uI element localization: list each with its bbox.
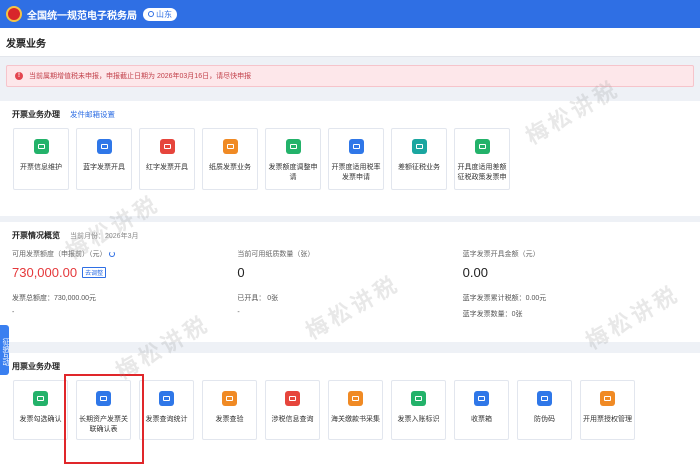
- card-label: 收票箱: [471, 416, 492, 423]
- warning-icon: !: [15, 72, 23, 80]
- top-bar: 全国统一规范电子税务局 山东: [0, 0, 700, 28]
- check-confirm-icon: [33, 391, 48, 406]
- service-card[interactable]: 发票入账标识: [391, 380, 446, 440]
- declaration-alert: ! 当前属期增值税未申报，申报截止日期为 2026年03月16日，请尽快申报: [6, 65, 694, 87]
- refresh-icon[interactable]: [108, 251, 115, 258]
- stat-extra: 蓝字发票数量：0张: [462, 311, 523, 318]
- service-card[interactable]: 开用票授权管理: [580, 380, 635, 440]
- service-card[interactable]: 发票查验: [202, 380, 257, 440]
- stat-label: 当前可用纸质数量（张）: [237, 251, 315, 258]
- card-label: 长期资产发票关联确认表: [79, 416, 128, 433]
- long-asset-icon: [96, 391, 111, 406]
- bookkeep-icon: [411, 391, 426, 406]
- tax-info-icon: [285, 391, 300, 406]
- file-edit-icon: [33, 139, 49, 154]
- paper-invoice-icon: [222, 139, 238, 154]
- card-label: 蓝字发票开具: [83, 164, 125, 171]
- service-card[interactable]: 开票度适用税率发票申请: [328, 128, 384, 190]
- service-card[interactable]: 蓝字发票开具: [76, 128, 132, 190]
- service-card[interactable]: 开票信息维护: [13, 128, 69, 190]
- section-title: 用票业务办理: [12, 362, 60, 371]
- card-label: 开用票授权管理: [583, 416, 632, 423]
- service-card[interactable]: 发票勾选确认: [13, 380, 68, 440]
- card-label: 发票查验: [215, 416, 244, 423]
- auth-manage-icon: [600, 391, 615, 406]
- location-pin-icon: [148, 11, 154, 17]
- tax-rate-icon: [348, 139, 364, 154]
- card-label: 开具度适用差额征税政策发票申: [457, 164, 507, 181]
- region-label: 山东: [156, 9, 172, 19]
- card-label: 发票查询统计: [145, 416, 188, 423]
- ticket-red-icon: [159, 139, 175, 154]
- qrcode-icon: [537, 391, 552, 406]
- alert-text: 当前属期增值税未申报，申报截止日期为 2026年03月16日，请尽快申报: [29, 73, 252, 80]
- card-label: 发票入账标识: [397, 416, 440, 423]
- card-label: 开票度适用税率发票申请: [331, 164, 381, 181]
- card-label: 海关缴款书采集: [331, 416, 380, 423]
- stat-value: 0.00: [462, 265, 488, 280]
- stat-sub: 已开具： 0张: [237, 295, 279, 302]
- current-period: 当前月份：2026年3月: [70, 233, 139, 240]
- service-card[interactable]: 纸质发票业务: [202, 128, 258, 190]
- service-card[interactable]: 开具度适用差额征税政策发票申: [454, 128, 510, 190]
- stat-sub: 蓝字发票累计税额：0.00元: [462, 295, 547, 302]
- card-label: 涉税信息查询: [271, 416, 314, 423]
- stat-sub: 发票总额度：730,000.00元: [12, 295, 97, 302]
- stat-extra: -: [237, 309, 240, 316]
- overview-panel: 开票情况概览 当前月份：2026年3月 可用发票额度（申报前）（元） 730,0…: [0, 222, 700, 342]
- adjust-button[interactable]: 去调整: [82, 267, 107, 278]
- card-label: 红字发票开具: [146, 164, 188, 171]
- inbox-icon: [474, 391, 489, 406]
- interaction-float-tab[interactable]: 征纳互动: [0, 325, 9, 375]
- service-card[interactable]: 发票额度调整申请: [265, 128, 321, 190]
- card-label: 开票信息维护: [20, 164, 62, 171]
- stat-blue-amount: 蓝字发票开具金额（元） 0.00 蓝字发票累计税额：0.00元 蓝字发票数量：0…: [463, 249, 688, 319]
- diff-tax-icon: [411, 139, 427, 154]
- service-card[interactable]: 海关缴款书采集: [328, 380, 383, 440]
- stat-paper-count: 当前可用纸质数量（张） 0 已开具： 0张 -: [237, 249, 462, 319]
- app-title: 全国统一规范电子税务局: [27, 10, 137, 22]
- service-card[interactable]: 长期资产发票关联确认表: [76, 380, 131, 440]
- stat-label: 可用发票额度（申报前）（元）: [12, 251, 107, 258]
- national-emblem-icon: [6, 6, 22, 22]
- card-label: 差额征税业务: [398, 164, 440, 171]
- stat-available-quota: 可用发票额度（申报前）（元） 730,000.00 去调整 发票总额度：730,0…: [12, 249, 237, 319]
- quota-adjust-icon: [285, 139, 301, 154]
- page-header: 发票业务: [0, 28, 700, 57]
- card-label: 发票额度调整申请: [268, 164, 318, 181]
- stat-value: 0: [237, 265, 245, 280]
- page-title: 发票业务: [6, 38, 46, 50]
- service-card[interactable]: 发票查询统计: [139, 380, 194, 440]
- service-card[interactable]: 涉税信息查询: [265, 380, 320, 440]
- service-card[interactable]: 防伪码: [517, 380, 572, 440]
- query-stat-icon: [159, 391, 174, 406]
- diff-policy-icon: [474, 139, 490, 154]
- stat-label: 蓝字发票开具金额（元）: [462, 251, 540, 258]
- mail-settings-link[interactable]: 发件邮箱设置: [70, 109, 115, 120]
- section-title: 开票业务办理: [12, 110, 60, 119]
- section-title: 开票情况概览: [12, 231, 60, 240]
- card-label: 纸质发票业务: [209, 164, 251, 171]
- service-card[interactable]: 差额征税业务: [391, 128, 447, 190]
- region-selector[interactable]: 山东: [143, 7, 177, 21]
- card-label: 防伪码: [534, 416, 555, 423]
- service-card[interactable]: 红字发票开具: [139, 128, 195, 190]
- verify-icon: [222, 391, 237, 406]
- service-card[interactable]: 收票箱: [454, 380, 509, 440]
- stat-value: 730,000.00: [12, 265, 78, 280]
- card-label: 发票勾选确认: [19, 416, 62, 423]
- stat-extra: -: [12, 309, 15, 316]
- issue-business-panel: 开票业务办理 发件邮箱设置 开票信息维护 蓝字发票开具 红字发票开具 纸质发票业务 发票…: [0, 101, 700, 216]
- usage-business-panel: 用票业务办理 发票勾选确认 长期资产发票关联确认表 发票查询统计 发票查验 涉税信息查询…: [0, 353, 700, 472]
- customs-icon: [348, 391, 363, 406]
- ticket-blue-icon: [96, 139, 112, 154]
